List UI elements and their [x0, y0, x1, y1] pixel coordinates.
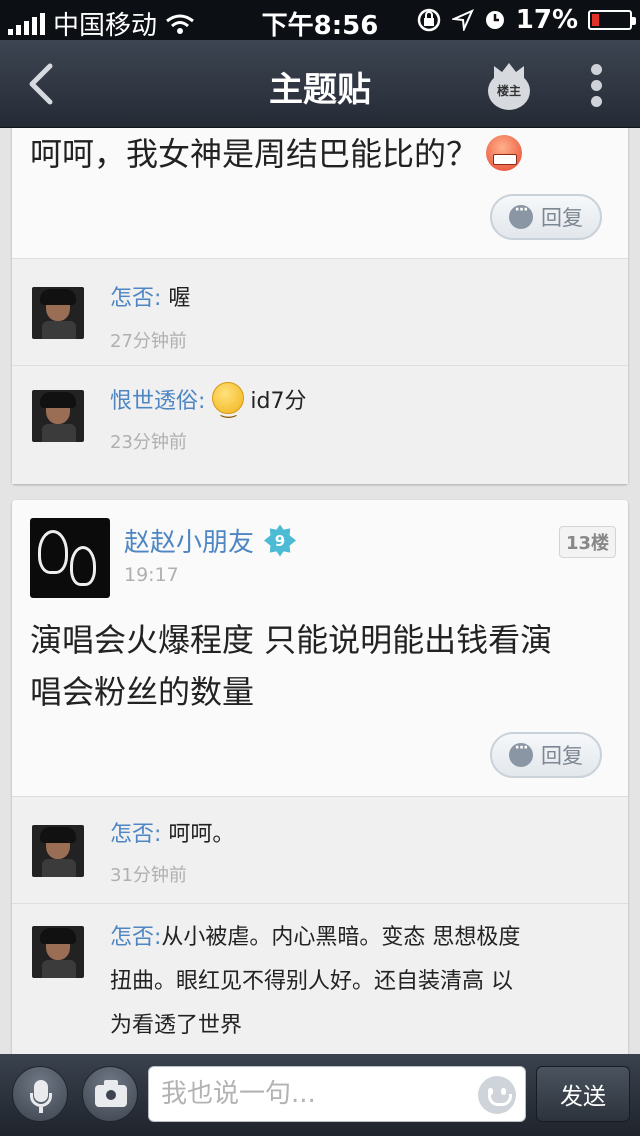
voice-button[interactable] [12, 1066, 68, 1122]
rotation-lock-icon [417, 8, 441, 32]
thread-content: 呵呵，我女神是周结巴能比的？ 回复 怎否: 喔 27分钟前 恨世透俗: id7分 [0, 128, 640, 1054]
comment-item[interactable]: 怎否:从小被虐。内心黑暗。变态 思想极度 扭曲。眼红见不得别人好。还自装清高 以… [12, 903, 628, 1054]
comment-time: 31分钟前 [110, 865, 187, 886]
send-button[interactable]: 发送 [536, 1066, 630, 1122]
comment-username[interactable]: 怎否: [110, 286, 161, 311]
post-author: 赵赵小朋友 9 [124, 522, 297, 559]
comment-username[interactable]: 恨世透俗: [110, 389, 205, 414]
battery-percent: 17% [515, 5, 578, 35]
avatar[interactable] [32, 926, 84, 978]
author-name[interactable]: 赵赵小朋友 [124, 522, 254, 559]
author-avatar[interactable] [30, 518, 110, 598]
post-time: 19:17 [124, 564, 179, 586]
owner-only-button[interactable]: 楼主 [486, 60, 532, 112]
comment-bubble-icon [509, 740, 533, 767]
photo-button[interactable] [82, 1066, 138, 1122]
post-text: 演唱会火爆程度 只能说明能出钱看演 唱会粉丝的数量 [30, 621, 553, 711]
comment-username[interactable]: 怎否: [110, 925, 161, 950]
level-badge: 9 [264, 524, 297, 557]
smile-emoji-icon [212, 382, 245, 431]
avatar[interactable] [32, 287, 84, 339]
comment-username[interactable]: 怎否: [110, 822, 161, 847]
comment-text: 恨世透俗: id7分 [110, 380, 590, 431]
emoji-icon[interactable] [478, 1076, 516, 1114]
comment-text: 怎否: 呵呵。 [110, 822, 235, 847]
alarm-icon [485, 11, 504, 29]
compose-bar: 发送 [0, 1054, 640, 1136]
comment-list: 怎否: 喔 27分钟前 恨世透俗: id7分 23分钟前 [12, 258, 628, 484]
more-menu-icon[interactable] [588, 64, 604, 108]
post-card: 呵呵，我女神是周结巴能比的？ 回复 怎否: 喔 27分钟前 恨世透俗: id7分 [12, 128, 628, 484]
angry-emoji-icon [486, 135, 523, 171]
post-text: 呵呵，我女神是周结巴能比的？ [30, 128, 523, 180]
comment-bubble-icon [509, 202, 533, 229]
location-icon [451, 9, 474, 31]
reply-button[interactable]: 回复 [490, 732, 602, 778]
comment-list: 怎否: 呵呵。 31分钟前 怎否:从小被虐。内心黑暗。变态 思想极度 扭曲。眼红… [12, 796, 628, 1054]
comment-text: 怎否: 喔 [110, 286, 191, 311]
comment-item[interactable]: 怎否: 喔 27分钟前 [12, 259, 628, 365]
avatar[interactable] [32, 825, 84, 877]
floor-number: 13楼 [558, 526, 616, 558]
page-title: 主题贴 [269, 70, 371, 110]
status-bar: 中国移动 下午8:56 17% [0, 0, 640, 41]
comment-item[interactable]: 恨世透俗: id7分 23分钟前 [12, 365, 628, 485]
reply-button[interactable]: 回复 [490, 194, 602, 240]
post-card: 赵赵小朋友 9 19:17 13楼 演唱会火爆程度 只能说明能出钱看演 唱会粉丝… [12, 500, 628, 1054]
reply-input[interactable] [148, 1066, 526, 1122]
avatar[interactable] [32, 390, 84, 442]
comment-text: 怎否:从小被虐。内心黑暗。变态 思想极度 扭曲。眼红见不得别人好。还自装清高 以… [110, 925, 521, 1038]
comment-time: 27分钟前 [110, 331, 187, 352]
owner-badge-label: 楼主 [488, 72, 530, 110]
comment-time: 23分钟前 [110, 432, 187, 453]
nav-bar: 主题贴 楼主 [0, 40, 640, 128]
battery-icon [588, 10, 636, 30]
comment-item[interactable]: 怎否: 呵呵。 31分钟前 [12, 797, 628, 903]
